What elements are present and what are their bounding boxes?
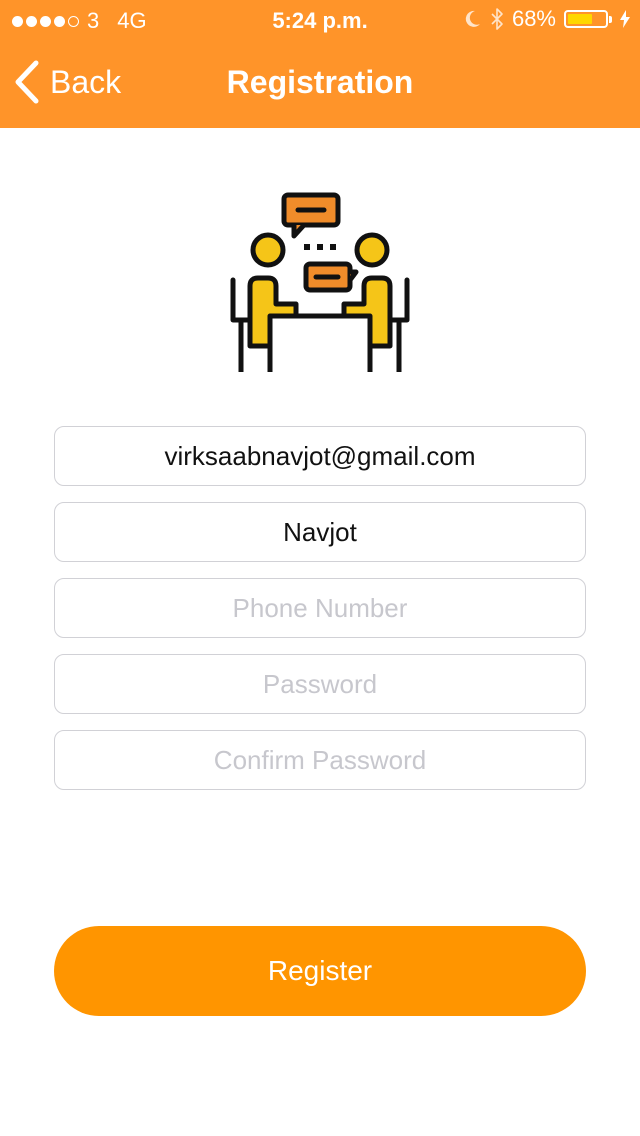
status-bar: 3 4G 5:24 p.m. 68% — [0, 0, 640, 40]
navigation-bar: Back Registration — [0, 40, 640, 128]
back-label: Back — [50, 63, 122, 100]
battery-icon — [564, 10, 612, 28]
name-field[interactable] — [54, 502, 586, 562]
charging-bolt-icon — [620, 10, 630, 28]
email-field[interactable] — [54, 426, 586, 486]
back-button[interactable]: Back — [14, 60, 121, 104]
password-field[interactable] — [54, 654, 586, 714]
register-button[interactable]: Register — [54, 926, 586, 1016]
phone-number-field[interactable] — [54, 578, 586, 638]
bluetooth-icon — [491, 8, 503, 30]
register-button-label: Register — [267, 955, 373, 986]
confirm-password-field[interactable] — [54, 730, 586, 790]
moon-icon — [465, 10, 480, 27]
status-right: 68% — [464, 6, 630, 32]
battery-percent: 68% — [511, 6, 556, 31]
meeting-conversation-icon — [230, 192, 410, 372]
battery-level-fill — [568, 14, 593, 24]
chevron-left-icon — [15, 60, 39, 104]
battery-tip — [609, 16, 612, 23]
app-header: 3 4G 5:24 p.m. 68% Back Registration — [0, 0, 640, 128]
